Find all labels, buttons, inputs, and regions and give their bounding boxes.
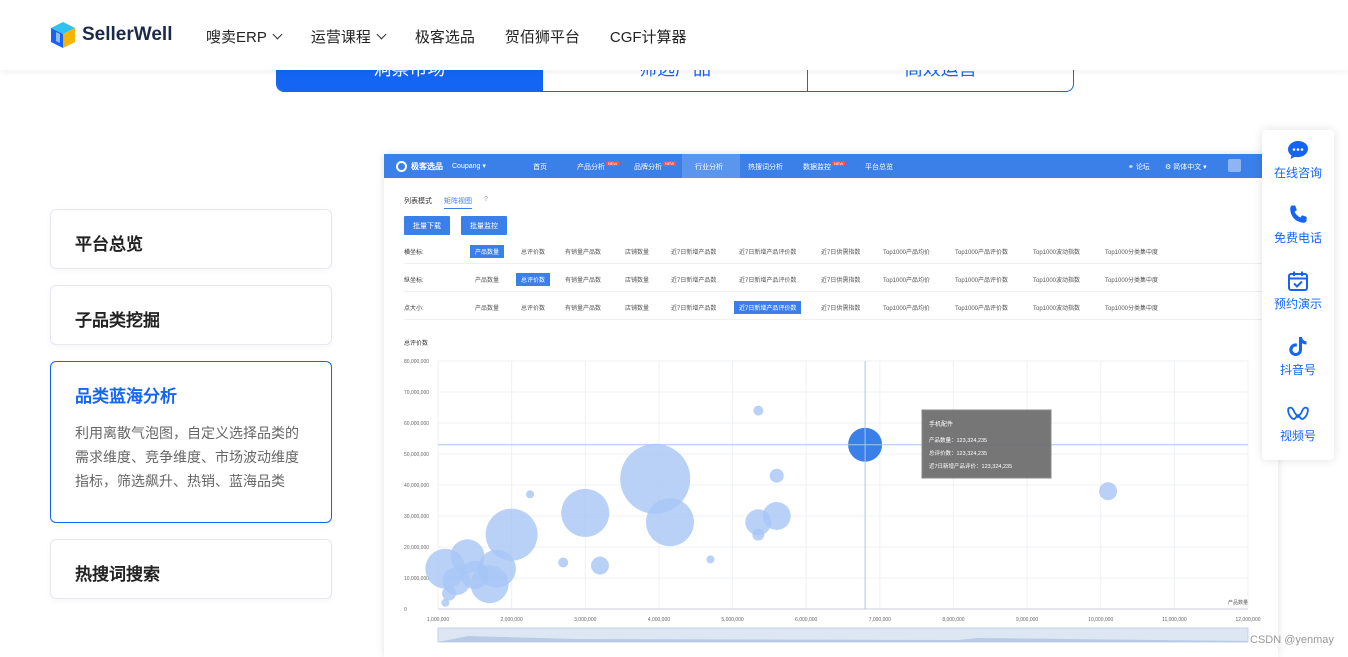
- tooltip-line: 总评价数：123,324,235: [929, 449, 987, 457]
- douyin-icon: [1286, 335, 1310, 359]
- feature-title: 热搜词搜索: [75, 565, 160, 584]
- bubble[interactable]: [561, 488, 610, 537]
- sidebar-item-label: 免费电话: [1273, 231, 1322, 245]
- y-tick-label: 50,000,000: [404, 452, 429, 458]
- sidebar-item-label: 在线咨询: [1273, 166, 1322, 180]
- feature-description: 利用离散气泡图，自定义选择品类的需求维度、竞争维度、市场波动维度指标，筛选飙升、…: [75, 425, 299, 489]
- tooltip-line: 产品数量：123,324,235: [929, 436, 987, 444]
- brand-logo[interactable]: SellerWell: [50, 21, 172, 49]
- x-tick-label: 4,000,000: [648, 617, 670, 623]
- logo-icon: [51, 22, 75, 48]
- sidebar-item-label: 视频号: [1279, 429, 1316, 443]
- y-tick-label: 10,000,000: [404, 576, 429, 582]
- nav-item-cgf-calculator[interactable]: CGF计算器: [610, 26, 687, 47]
- sidebar-item-free-call[interactable]: 免费电话: [1262, 203, 1334, 246]
- y-tick-label: 20,000,000: [404, 545, 429, 551]
- bubble[interactable]: [591, 556, 609, 575]
- nav-item-courses[interactable]: 运营课程: [311, 26, 387, 47]
- y-tick-label: 40,000,000: [404, 483, 429, 489]
- feature-title: 子品类挖掘: [75, 311, 160, 330]
- app-preview: 极客选品 Coupang ▾ 首页 产品分析NEW 品牌分析NEW 行业分析 热…: [384, 154, 1278, 657]
- feature-card-subcategory[interactable]: 子品类挖掘: [50, 285, 332, 345]
- bubble[interactable]: [558, 557, 569, 568]
- tooltip-title: 手机配件: [929, 420, 953, 428]
- nav-item-platform[interactable]: 贺佰狮平台: [505, 26, 580, 47]
- feature-title: 品类蓝海分析: [75, 387, 177, 406]
- chat-icon: [1286, 138, 1310, 162]
- sidebar-item-label: 预约演示: [1273, 297, 1322, 311]
- watermark: CSDN @yenmay: [1250, 634, 1334, 646]
- bubble[interactable]: [526, 490, 535, 499]
- video-channel-icon: [1286, 401, 1310, 425]
- x-tick-label: 6,000,000: [795, 617, 817, 623]
- x-tick-label: 2,000,000: [501, 617, 523, 623]
- main-nav: 嗖卖ERP 运营课程 极客选品 贺佰狮平台 CGF计算器: [206, 26, 717, 47]
- bubble[interactable]: [1099, 482, 1118, 501]
- x-tick-label: 11,000,000: [1162, 617, 1187, 623]
- sidebar-item-online-chat[interactable]: 在线咨询: [1262, 138, 1334, 181]
- site-header: SellerWell 嗖卖ERP 运营课程 极客选品 贺佰狮平台 CGF计算器: [0, 0, 1348, 70]
- feature-card-hot-search[interactable]: 热搜词搜索: [50, 539, 332, 599]
- y-tick-label: 70,000,000: [404, 390, 429, 396]
- sidebar-item-douyin[interactable]: 抖音号: [1262, 335, 1334, 378]
- phone-icon: [1286, 203, 1310, 227]
- x-tick-label: 12,000,000: [1235, 617, 1260, 623]
- feature-card-platform-overview[interactable]: 平台总览: [50, 209, 332, 269]
- bubble[interactable]: [706, 555, 715, 564]
- feature-title: 平台总览: [75, 235, 143, 254]
- x-tick-label: 8,000,000: [942, 617, 964, 623]
- x-tick-label: 1,000,000: [427, 617, 449, 623]
- bubble[interactable]: [645, 498, 694, 547]
- x-tick-label: 3,000,000: [574, 617, 596, 623]
- brand-name: SellerWell: [82, 24, 173, 45]
- sidebar-item-video-channel[interactable]: 视频号: [1262, 401, 1334, 444]
- bubble[interactable]: [762, 502, 791, 530]
- y-tick-label: 60,000,000: [404, 421, 429, 427]
- y-tick-label: 80,000,000: [404, 359, 429, 365]
- sidebar-item-book-demo[interactable]: 预约演示: [1262, 269, 1334, 312]
- bubble[interactable]: [753, 405, 764, 416]
- x-tick-label: 10,000,000: [1088, 617, 1113, 623]
- nav-item-erp[interactable]: 嗖卖ERP: [206, 26, 283, 47]
- bubble-chart: 0 10,000,000 20,000,000 30,000,000 40,000,00…: [404, 359, 1261, 643]
- chevron-down-icon: [272, 29, 283, 40]
- y-tick-label: 0: [404, 607, 407, 613]
- contact-sidebar: 在线咨询 免费电话 预约演示 抖音号 视频号: [1262, 130, 1334, 460]
- nav-item-product-selection[interactable]: 极客选品: [415, 26, 475, 47]
- y-tick-label: 30,000,000: [404, 514, 429, 520]
- x-tick-label: 9,000,000: [1016, 617, 1038, 623]
- feature-card-blue-ocean[interactable]: 品类蓝海分析 利用离散气泡图，自定义选择品类的需求维度、竞争维度、市场波动维度指…: [50, 361, 332, 523]
- chevron-down-icon: [376, 29, 387, 40]
- tooltip-line: 近7日新增产品评价：123,324,235: [929, 462, 1012, 470]
- calendar-icon: [1286, 269, 1310, 293]
- sidebar-item-label: 抖音号: [1279, 363, 1316, 377]
- bubble[interactable]: [769, 468, 784, 483]
- bubble[interactable]: [485, 508, 538, 561]
- x-axis-title: 产品数量: [1228, 599, 1248, 606]
- x-tick-label: 7,000,000: [869, 617, 891, 623]
- x-tick-label: 5,000,000: [721, 617, 743, 623]
